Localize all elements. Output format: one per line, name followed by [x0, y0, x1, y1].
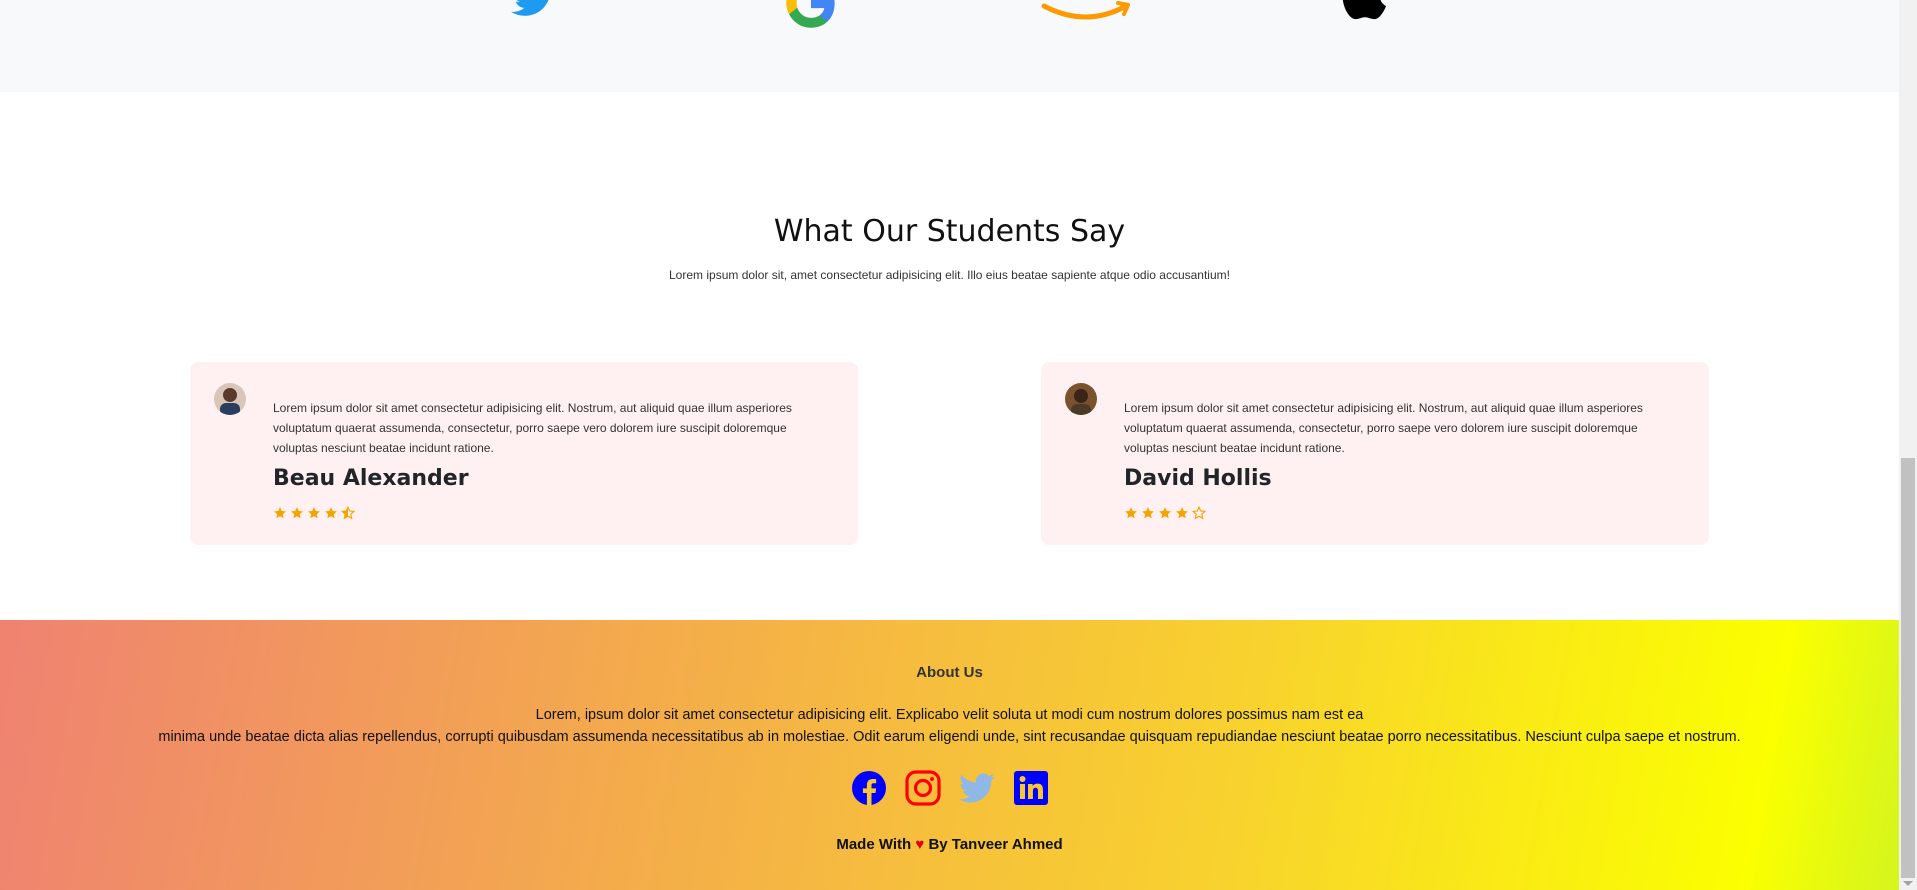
testimonial-name: Beau Alexander [273, 466, 469, 491]
about-line: minima unde beatae dicta alias repellend… [158, 729, 1741, 745]
star-rating [273, 506, 355, 520]
scrollbar-thumb[interactable] [1901, 458, 1915, 878]
testimonial-card: Lorem ipsum dolor sit amet consectetur a… [190, 362, 858, 545]
scroll-down-arrow-icon[interactable] [1903, 881, 1913, 886]
vertical-scrollbar[interactable] [1899, 0, 1917, 890]
facebook-icon[interactable] [851, 770, 887, 806]
made-with-author: By Tanveer Ahmed [928, 836, 1063, 853]
star-full-icon [325, 507, 337, 519]
testimonial-name: David Hollis [1124, 466, 1272, 491]
star-full-icon [1176, 507, 1188, 519]
section-title: What Our Students Say [773, 214, 1126, 249]
about-line: Lorem, ipsum dolor sit amet consectetur … [535, 707, 1364, 723]
star-full-icon [274, 507, 286, 519]
made-with-prefix: Made With [836, 836, 912, 853]
twitter-icon[interactable] [958, 770, 995, 806]
testimonials-section: What Our Students Say Lorem ipsum dolor … [0, 92, 1899, 620]
heart-icon: ♥ [915, 836, 925, 853]
testimonial-card: Lorem ipsum dolor sit amet consectetur a… [1041, 362, 1709, 545]
made-with-credit: Made With ♥ By Tanveer Ahmed [0, 836, 1899, 853]
twitter-logo [511, 0, 549, 16]
footer: About Us Lorem, ipsum dolor sit amet con… [0, 620, 1899, 890]
linkedin-icon[interactable] [1013, 770, 1049, 806]
star-full-icon [1125, 507, 1137, 519]
avatar [214, 383, 246, 415]
star-full-icon [1142, 507, 1154, 519]
star-full-icon [1159, 507, 1171, 519]
testimonial-quote: Lorem ipsum dolor sit amet consectetur a… [1124, 401, 1643, 455]
star-full-icon [291, 507, 303, 519]
instagram-icon[interactable] [904, 770, 941, 806]
star-half-icon [341, 506, 355, 520]
apple-logo [1342, 0, 1386, 20]
amazon-logo [1041, 1, 1130, 20]
avatar [1065, 383, 1097, 415]
about-title: About Us [916, 664, 983, 681]
star-empty-icon [1192, 506, 1206, 520]
google-logo [786, 0, 835, 28]
testimonial-quote: Lorem ipsum dolor sit amet consectetur a… [273, 401, 792, 455]
brand-logos-strip [0, 0, 1899, 92]
about-text: Lorem, ipsum dolor sit amet consectetur … [0, 704, 1899, 748]
social-links [0, 770, 1899, 806]
star-full-icon [308, 507, 320, 519]
section-subtitle: Lorem ipsum dolor sit, amet consectetur … [669, 268, 1230, 282]
star-rating [1124, 506, 1206, 520]
